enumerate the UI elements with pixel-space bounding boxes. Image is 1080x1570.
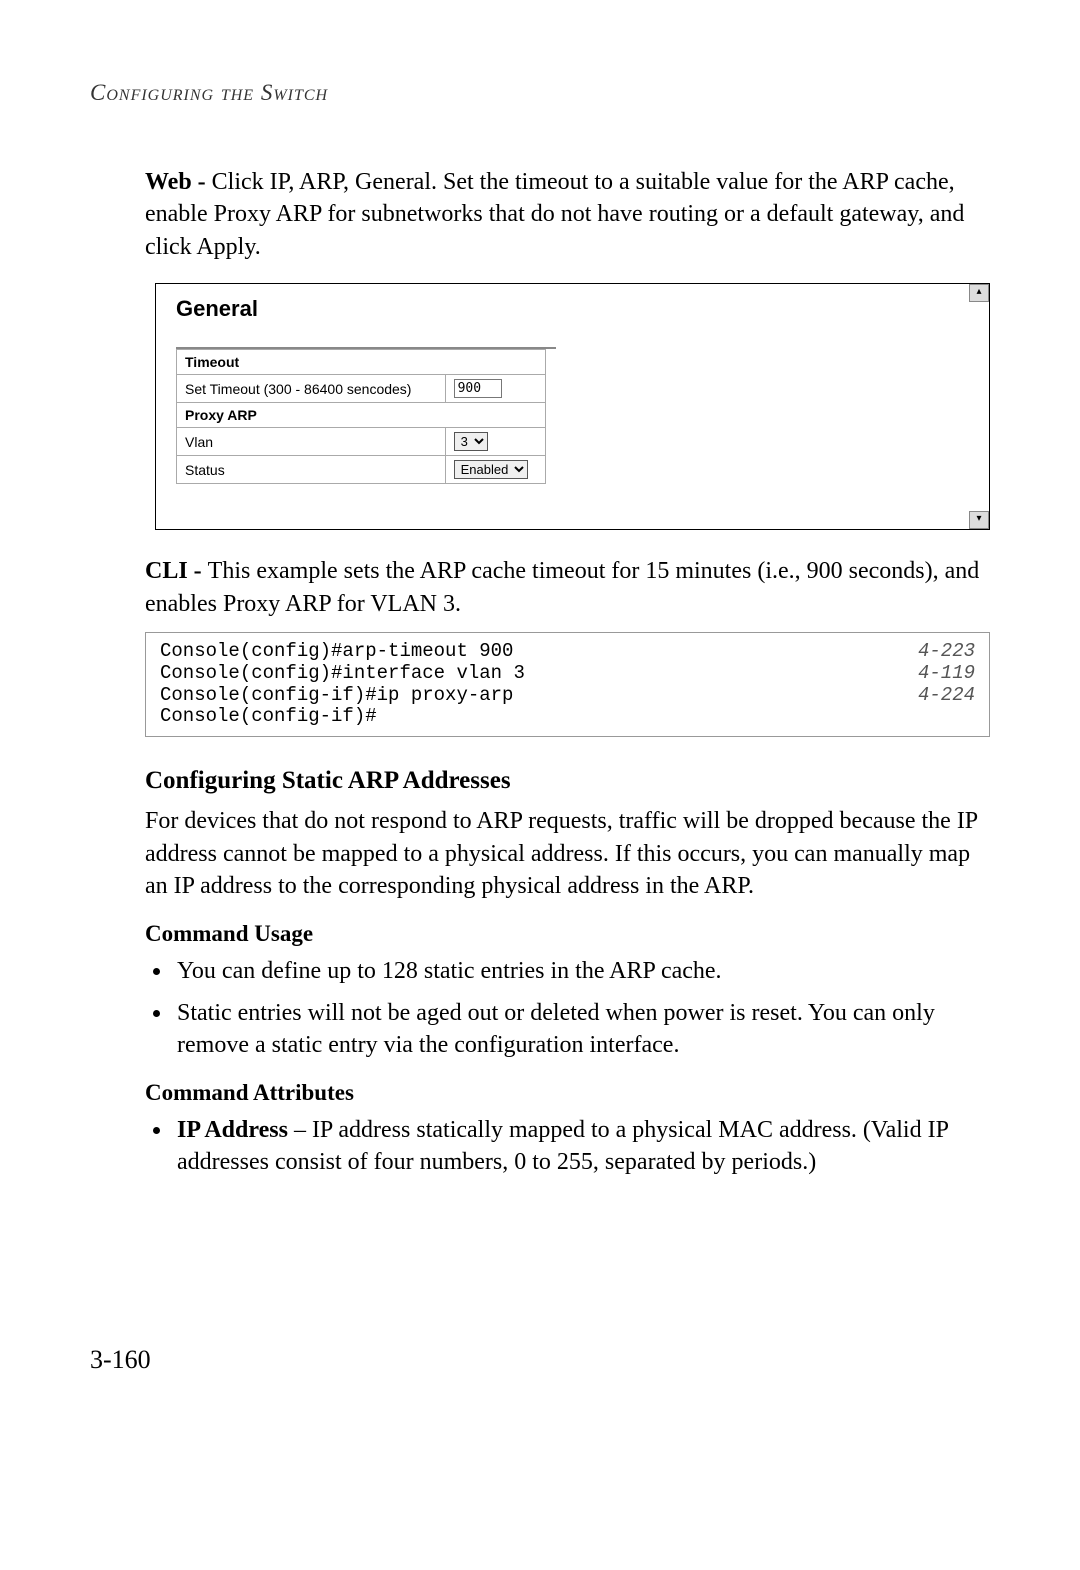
section-heading: Configuring Static ARP Addresses bbox=[145, 767, 990, 795]
page-header: Configuring the Switch bbox=[90, 80, 990, 106]
cli-code-block: Console(config)#arp-timeout 9004-223 Con… bbox=[145, 632, 990, 737]
cli-label: CLI - bbox=[145, 558, 208, 584]
cli-line: Console(config)#interface vlan 34-119 bbox=[160, 663, 975, 685]
command-attributes-heading: Command Attributes bbox=[145, 1080, 990, 1106]
cli-line: Console(config)#arp-timeout 9004-223 bbox=[160, 641, 975, 663]
arp-settings-table: Timeout Set Timeout (300 - 86400 sencode… bbox=[176, 349, 546, 484]
web-paragraph: Web - Click IP, ARP, General. Set the ti… bbox=[145, 166, 990, 263]
page-number: 3-160 bbox=[90, 1345, 151, 1375]
status-select[interactable]: Enabled bbox=[454, 460, 528, 479]
cli-paragraph: CLI - This example sets the ARP cache ti… bbox=[145, 555, 990, 620]
usage-list: You can define up to 128 static entries … bbox=[145, 955, 990, 1062]
section-text: For devices that do not respond to ARP r… bbox=[145, 805, 990, 902]
attr-desc: – IP address statically mapped to a phys… bbox=[177, 1117, 948, 1175]
status-label: Status bbox=[177, 456, 446, 484]
proxy-arp-header: Proxy ARP bbox=[177, 403, 546, 428]
cli-line: Console(config-if)#ip proxy-arp4-224 bbox=[160, 685, 975, 707]
timeout-input[interactable] bbox=[454, 379, 502, 398]
attributes-list: IP Address – IP address statically mappe… bbox=[145, 1114, 990, 1179]
scroll-down-button[interactable]: ▾ bbox=[969, 511, 989, 529]
screenshot-title: General bbox=[176, 296, 969, 322]
cli-line: Console(config-if)# bbox=[160, 706, 975, 728]
attr-name: IP Address bbox=[177, 1117, 288, 1143]
timeout-header: Timeout bbox=[177, 350, 546, 375]
command-usage-heading: Command Usage bbox=[145, 921, 990, 947]
list-item: Static entries will not be aged out or d… bbox=[173, 997, 990, 1062]
scroll-up-button[interactable]: ▴ bbox=[969, 284, 989, 302]
web-label: Web - bbox=[145, 169, 212, 195]
arp-general-screenshot: ▴ ▾ General Timeout Set Timeout (300 - 8… bbox=[155, 283, 990, 530]
timeout-label: Set Timeout (300 - 86400 sencodes) bbox=[177, 375, 446, 403]
vlan-label: Vlan bbox=[177, 428, 446, 456]
web-text: Click IP, ARP, General. Set the timeout … bbox=[145, 169, 964, 260]
cli-text: This example sets the ARP cache timeout … bbox=[145, 558, 979, 616]
vlan-select[interactable]: 3 bbox=[454, 432, 488, 451]
list-item: IP Address – IP address statically mappe… bbox=[173, 1114, 990, 1179]
list-item: You can define up to 128 static entries … bbox=[173, 955, 990, 987]
